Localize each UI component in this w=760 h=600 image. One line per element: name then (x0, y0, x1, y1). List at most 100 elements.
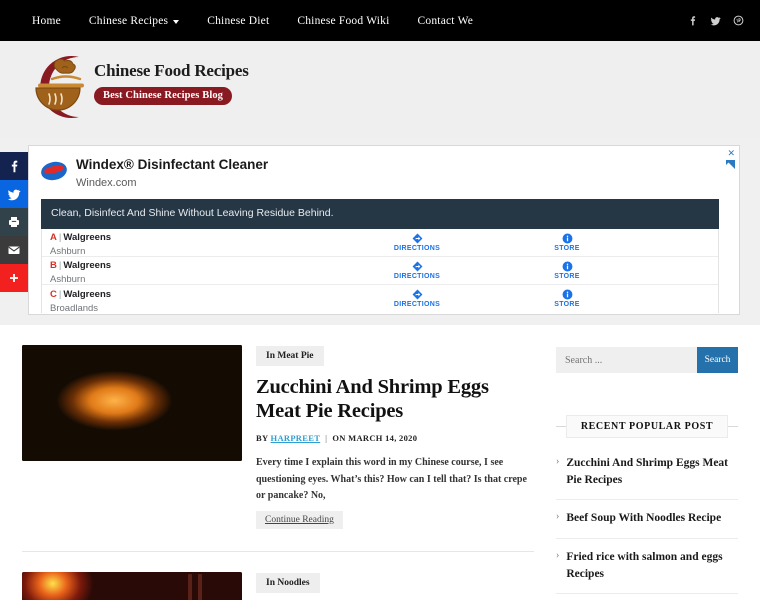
post-date: ON MARCH 14, 2020 (332, 433, 418, 444)
continue-reading-button[interactable]: Continue Reading (256, 510, 343, 529)
nav-item-chinese-recipes[interactable]: Chinese Recipes (88, 14, 180, 27)
search-widget: Search (556, 347, 738, 373)
ad-store-label: STORE (554, 244, 580, 252)
ad-header: Windex® Disinfectant Cleaner Windex.com (39, 151, 719, 193)
twitter-share-icon[interactable] (0, 180, 28, 208)
ad-store-separator: | (58, 288, 62, 300)
post-item: In Meat Pie Zucchini And Shrimp Eggs Mea… (22, 325, 534, 529)
twitter-icon[interactable] (710, 15, 721, 26)
ad-store-row[interactable]: B | Walgreens Ashburn DIRECTIONS STORE (42, 257, 718, 285)
ad-directions-button[interactable]: DIRECTIONS (342, 289, 492, 308)
site-logo[interactable]: Chinese Food Recipes Best Chinese Recipe… (22, 48, 249, 126)
meat-pie-photo (22, 345, 242, 461)
social-share-rail (0, 152, 28, 292)
pinterest-icon[interactable] (733, 15, 744, 26)
post-body: In Meat Pie Zucchini And Shrimp Eggs Mea… (256, 345, 534, 529)
ad-directions-button[interactable]: DIRECTIONS (342, 261, 492, 280)
post-title[interactable]: Zucchini And Shrimp Eggs Meat Pie Recipe… (256, 375, 534, 423)
ad-store-info: A | Walgreens Ashburn (42, 227, 342, 257)
list-item[interactable]: › Fried rice with salmon and eggs Recipe… (556, 539, 738, 595)
print-share-icon[interactable] (0, 208, 28, 236)
brand-tagline-badge: Best Chinese Recipes Blog (94, 86, 233, 105)
posts-column: In Meat Pie Zucchini And Shrimp Eggs Mea… (22, 325, 534, 600)
brand-title: Chinese Food Recipes (94, 61, 249, 80)
ad-directions-button[interactable]: DIRECTIONS (342, 233, 492, 252)
noodle-bowl-logo-icon (22, 48, 92, 126)
chevron-down-icon (173, 19, 180, 24)
close-icon[interactable]: ✕ (727, 149, 735, 158)
ad-store-info: C | Walgreens Broadlands (42, 284, 342, 314)
nav-item-label: Home (32, 14, 61, 27)
beef-noodle-soup-photo (22, 571, 242, 600)
ad-store-row[interactable]: A | Walgreens Ashburn DIRECTIONS STORE (42, 229, 718, 257)
ad-store-name: Walgreens (63, 260, 112, 272)
list-item[interactable]: › Fried rice with eggs Recipes (556, 594, 738, 600)
ad-store-letter: A (50, 232, 57, 244)
widget-title: RECENT POPULAR POST (565, 414, 729, 438)
search-input[interactable] (556, 347, 697, 373)
adchoices-icon[interactable] (726, 160, 735, 169)
info-icon (562, 261, 572, 271)
nav-item-label: Chinese Diet (207, 14, 270, 27)
ad-store-info: B | Walgreens Ashburn (42, 255, 342, 285)
ad-title[interactable]: Windex® Disinfectant Cleaner (76, 157, 268, 174)
ad-store-name: Walgreens (63, 288, 112, 300)
ad-store-separator: | (58, 260, 62, 272)
widget-header: RECENT POPULAR POST (556, 414, 738, 438)
nav-item-label: Chinese Food Wiki (297, 14, 390, 27)
page-root: Home Chinese Recipes Chinese Diet Chines… (0, 0, 760, 600)
post-author-link[interactable]: HARPREET (271, 433, 321, 443)
ad-store-name: Walgreens (63, 232, 112, 244)
ad-url[interactable]: Windex.com (76, 177, 268, 189)
directions-icon (412, 261, 422, 271)
advertisement-content: Windex® Disinfectant Cleaner Windex.com … (39, 151, 719, 314)
ad-store-row[interactable]: C | Walgreens Broadlands DIRECTIONS STORE (42, 284, 718, 314)
ad-store-button[interactable]: STORE (492, 233, 642, 252)
ad-store-label: STORE (554, 301, 580, 309)
nav-menu: Home Chinese Recipes Chinese Diet Chines… (0, 0, 760, 41)
post-body: In Noodles Beef Soup With Noodles Recipe… (256, 572, 534, 600)
advertisement-block[interactable]: ✕ Windex® Disinfectant Cleaner Windex.co… (28, 145, 740, 315)
ad-directions-label: DIRECTIONS (393, 272, 441, 280)
nav-item-label: Contact We (417, 14, 474, 27)
post-category-badge[interactable]: In Noodles (256, 572, 320, 593)
facebook-icon[interactable] (687, 15, 698, 26)
facebook-share-icon[interactable] (0, 152, 28, 180)
brand-text: Chinese Food Recipes Best Chinese Recipe… (94, 48, 249, 105)
ad-store-label: STORE (554, 272, 580, 280)
nav-social-links (687, 0, 744, 41)
post-item: In Noodles Beef Soup With Noodles Recipe… (22, 552, 534, 600)
ad-store-button[interactable]: STORE (492, 261, 642, 280)
directions-icon (412, 233, 422, 243)
nav-item-contact-we[interactable]: Contact We (418, 15, 473, 27)
post-by-label: BY (256, 433, 269, 444)
chevron-right-icon: › (556, 550, 560, 562)
site-header: Chinese Food Recipes Best Chinese Recipe… (0, 41, 760, 138)
info-icon (562, 289, 572, 300)
list-item[interactable]: › Beef Soup With Noodles Recipe (556, 500, 738, 540)
post-thumbnail[interactable] (22, 571, 242, 600)
nav-item-home[interactable]: Home (32, 15, 61, 27)
ad-store-button[interactable]: STORE (492, 289, 642, 308)
info-icon (562, 233, 572, 243)
post-thumbnail[interactable] (22, 345, 242, 461)
ad-store-separator: | (58, 232, 62, 244)
list-item[interactable]: › Zucchini And Shrimp Eggs Meat Pie Reci… (556, 455, 738, 501)
ad-store-letter: B (50, 260, 57, 272)
ad-store-list: A | Walgreens Ashburn DIRECTIONS STORE B… (41, 228, 719, 314)
post-category-badge[interactable]: In Meat Pie (256, 346, 324, 366)
nav-item-chinese-food-wiki[interactable]: Chinese Food Wiki (297, 15, 389, 27)
nav-item-chinese-diet[interactable]: Chinese Diet (207, 15, 269, 27)
more-share-icon[interactable] (0, 264, 28, 292)
post-meta: BY HARPREET | ON MARCH 14, 2020 (256, 433, 534, 443)
chevron-right-icon: › (556, 511, 560, 523)
popular-post-label: Beef Soup With Noodles Recipe (566, 512, 722, 525)
email-share-icon[interactable] (0, 236, 28, 264)
ad-store-letter: C (50, 288, 57, 300)
nav-item-label: Chinese Recipes (88, 14, 169, 27)
popular-post-label: Zucchini And Shrimp Eggs Meat Pie Recipe… (566, 457, 729, 486)
directions-icon (412, 289, 422, 300)
popular-post-label: Fried rice with salmon and eggs Recipes (566, 551, 723, 580)
main-content: In Meat Pie Zucchini And Shrimp Eggs Mea… (0, 325, 760, 600)
search-button[interactable]: Search (697, 347, 738, 373)
